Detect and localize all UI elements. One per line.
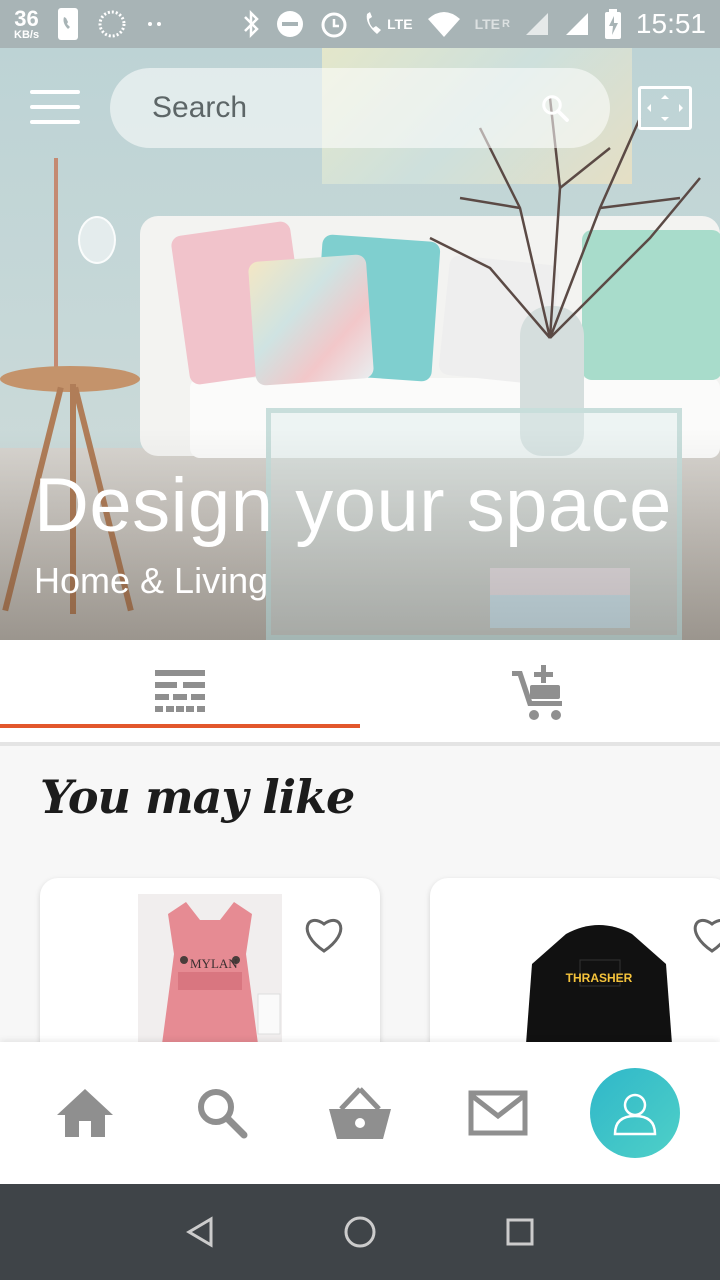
- menu-line: [30, 90, 80, 94]
- system-back-button[interactable]: [170, 1202, 230, 1262]
- lte-label-secondary: LTE: [474, 16, 500, 32]
- profile-icon: [613, 1093, 657, 1136]
- heart-icon[interactable]: [302, 914, 346, 954]
- menu-line: [30, 120, 80, 124]
- product-image: THRASHER: [526, 925, 672, 1044]
- search-bar[interactable]: [110, 68, 610, 148]
- home-circle-icon: [344, 1216, 376, 1248]
- profile-button-circle: [590, 1068, 681, 1158]
- home-icon: [56, 1089, 113, 1137]
- nav-home-button[interactable]: [35, 1063, 135, 1163]
- tab-add-to-cart[interactable]: [360, 640, 720, 746]
- lamp-bulb: [78, 216, 116, 264]
- call-icon: [366, 12, 382, 34]
- floor-lamp: [54, 158, 58, 368]
- product-image-text: MYLAN: [190, 956, 238, 971]
- hamburger-menu-button[interactable]: [30, 90, 80, 124]
- alarm-icon: [321, 12, 347, 38]
- product-image-text: THRASHER: [566, 971, 633, 985]
- tab-grid[interactable]: [0, 640, 360, 746]
- add-to-cart-icon: [512, 665, 562, 720]
- back-triangle-icon: [186, 1216, 213, 1248]
- system-home-button[interactable]: [330, 1202, 390, 1262]
- search-icon[interactable]: [540, 88, 570, 128]
- network-speed-unit: KB/s: [14, 28, 40, 41]
- system-recents-button[interactable]: [490, 1202, 550, 1262]
- roaming-label: R: [501, 18, 510, 30]
- nav-basket-button[interactable]: [310, 1063, 410, 1163]
- recents-square-icon: [506, 1218, 534, 1246]
- signal-icon-2: [565, 13, 588, 35]
- network-speed: 36 KB/s: [14, 5, 40, 41]
- system-navigation-bar: [0, 1184, 720, 1280]
- do-not-disturb-icon: [277, 11, 304, 37]
- heart-icon[interactable]: [690, 914, 720, 954]
- tabs-divider: [0, 742, 720, 746]
- clock: 15:51: [635, 8, 706, 39]
- search-icon: [198, 1089, 248, 1139]
- nav-mail-button[interactable]: [448, 1063, 548, 1163]
- bluetooth-icon: [244, 9, 259, 39]
- search-input[interactable]: [150, 90, 540, 126]
- status-bar: 36 KB/s LTE LTE R 15:51: [0, 0, 720, 48]
- nav-profile-button[interactable]: [585, 1063, 685, 1163]
- signal-icon: [525, 13, 548, 35]
- nav-search-button[interactable]: [172, 1063, 272, 1163]
- bottom-navigation: [0, 1042, 720, 1184]
- section-title: You may like: [40, 770, 355, 824]
- spinner-icon: [98, 10, 126, 38]
- lte-label: LTE: [387, 16, 413, 32]
- menu-line: [30, 105, 80, 109]
- hero-title: Design your space: [34, 463, 672, 548]
- mail-icon: [468, 1090, 528, 1136]
- wifi-icon: [427, 12, 460, 37]
- geometric-pillow: [247, 254, 375, 386]
- fullscreen-icon[interactable]: [638, 86, 692, 130]
- fullscreen-arrows-icon: [647, 95, 683, 121]
- battery-charging-icon: [604, 9, 621, 39]
- basket-icon: [328, 1087, 391, 1139]
- view-tabs: [0, 640, 720, 746]
- hero-subtitle: Home & Living: [34, 560, 269, 601]
- phone-icon: [58, 8, 79, 40]
- more-dots-icon: [148, 22, 162, 26]
- network-speed-value: 36: [14, 5, 39, 31]
- grid-list-icon: [155, 670, 205, 712]
- product-image: MYLAN: [138, 894, 282, 1044]
